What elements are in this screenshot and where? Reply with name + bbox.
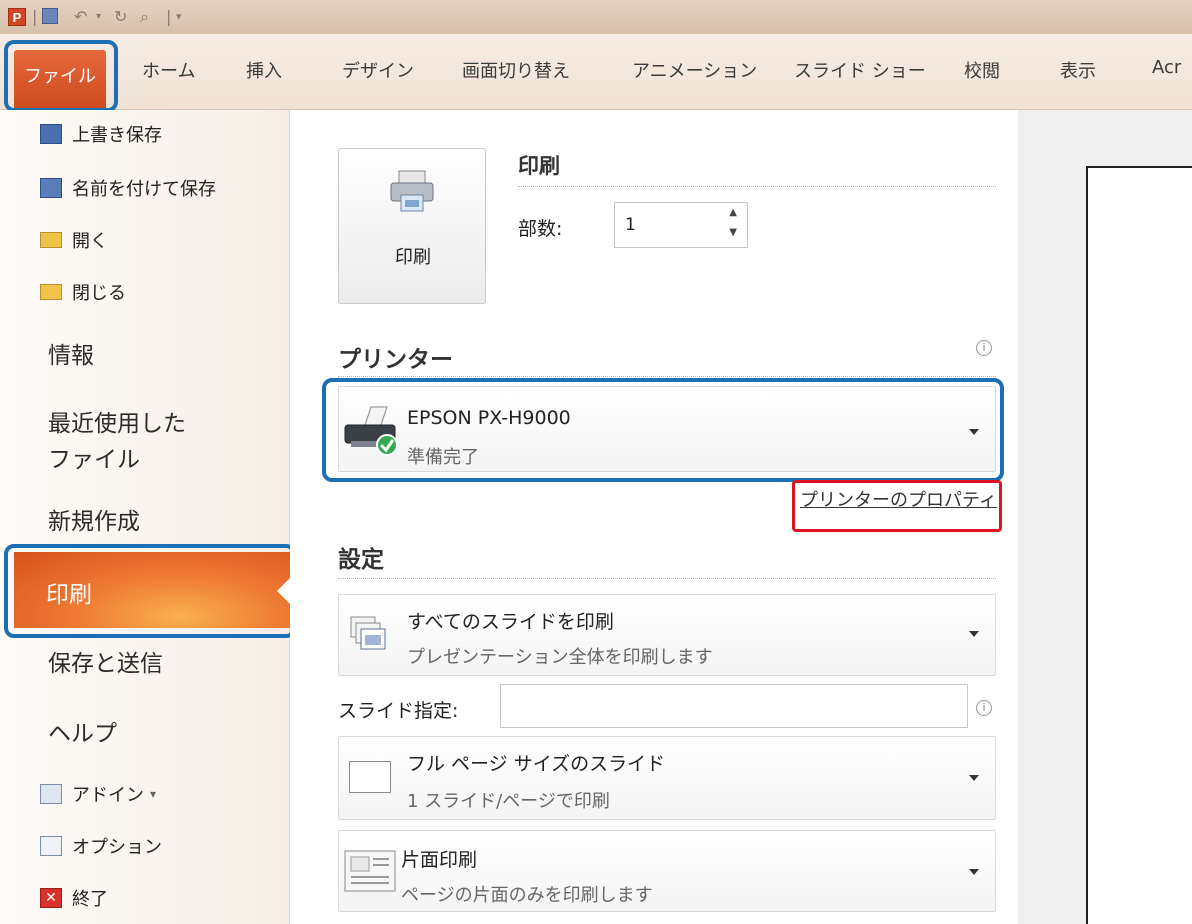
chevron-down-icon [969, 775, 979, 781]
stepper-down-icon[interactable]: ▼ [729, 227, 737, 238]
open-label: 開く [72, 231, 108, 252]
save-command[interactable]: 上書き保存 [40, 118, 162, 150]
customize-qat-icon[interactable]: ▾ [176, 8, 182, 26]
save-label: 上書き保存 [72, 125, 162, 146]
quick-access-toolbar: P | ↶ ▾ ↻ ⌕ | ▾ [0, 0, 1192, 34]
copies-value: 1 [625, 215, 636, 235]
info-icon[interactable]: i [976, 700, 992, 716]
powerpoint-logo-icon: P [8, 8, 26, 26]
ribbon-tab-bar: ファイル ホーム 挿入 デザイン 画面切り替え アニメーション スライド ショー… [0, 34, 1192, 122]
settings-heading: 設定 [338, 547, 384, 573]
undo-icon[interactable]: ↶ [74, 8, 87, 26]
save-as-label: 名前を付けて保存 [72, 179, 216, 200]
print-range-select[interactable]: すべてのスライドを印刷 プレゼンテーション全体を印刷します [338, 594, 996, 676]
nav-help[interactable]: ヘルプ [48, 716, 117, 752]
sides-desc: ページの片面のみを印刷します [401, 885, 653, 906]
tab-design[interactable]: デザイン [342, 57, 414, 83]
save-icon [40, 124, 62, 144]
save-as-icon [40, 178, 62, 198]
save-as-command[interactable]: 名前を付けて保存 [40, 172, 216, 204]
highlight-printer-select [322, 378, 1004, 482]
addin-label: アドイン [72, 785, 144, 806]
nav-info[interactable]: 情報 [48, 338, 94, 374]
preview-slide-page [1086, 166, 1192, 924]
nav-recent-line2[interactable]: ファイル [48, 442, 140, 478]
tab-review[interactable]: 校閲 [964, 57, 1000, 83]
open-command[interactable]: 開く [40, 224, 108, 256]
copies-label: 部数: [518, 218, 563, 240]
sides-select[interactable]: 片面印刷 ページの片面のみを印刷します [338, 830, 996, 912]
highlight-printer-properties [792, 480, 1002, 532]
tab-transitions[interactable]: 画面切り替え [462, 57, 570, 83]
tab-slideshow[interactable]: スライド ショー [794, 57, 926, 83]
close-label: 閉じる [72, 283, 126, 304]
folder-close-icon [40, 284, 62, 300]
options-command[interactable]: オプション [40, 830, 162, 862]
layout-desc: 1 スライド/ページで印刷 [407, 791, 610, 812]
separator: | [32, 7, 38, 26]
redo-icon[interactable]: ↻ [114, 8, 127, 26]
chevron-down-icon: ▾ [150, 787, 157, 801]
tab-animations[interactable]: アニメーション [632, 57, 757, 83]
layout-select[interactable]: フル ページ サイズのスライド 1 スライド/ページで印刷 [338, 736, 996, 820]
one-sided-print-icon [344, 850, 396, 892]
layout-title: フル ページ サイズのスライド [407, 753, 666, 775]
slides-stack-icon [350, 616, 386, 650]
tab-home[interactable]: ホーム [142, 57, 195, 83]
nav-save-send[interactable]: 保存と送信 [48, 646, 163, 682]
stepper-up-icon[interactable]: ▲ [729, 207, 737, 218]
tab-acrobat[interactable]: Acr [1152, 57, 1181, 78]
tab-insert[interactable]: 挿入 [246, 57, 282, 83]
print-preview-icon[interactable]: ⌕ [140, 8, 149, 26]
separator: | [166, 7, 172, 26]
highlight-nav-print [4, 544, 296, 638]
options-icon [40, 836, 62, 856]
slide-spec-label: スライド指定: [338, 700, 459, 722]
divider [338, 376, 996, 377]
addin-command[interactable]: アドイン ▾ [40, 778, 156, 810]
close-command[interactable]: 閉じる [40, 276, 126, 308]
exit-command[interactable]: ✕ 終了 [40, 882, 108, 914]
close-icon: ✕ [40, 888, 62, 908]
print-heading: 印刷 [518, 154, 560, 178]
highlight-file-tab [4, 40, 118, 112]
printer-heading: プリンター [338, 347, 453, 373]
print-range-title: すべてのスライドを印刷 [407, 611, 614, 633]
exit-label: 終了 [72, 889, 108, 910]
printer-icon [390, 170, 434, 212]
print-range-desc: プレゼンテーション全体を印刷します [407, 647, 713, 668]
print-button-label: 印刷 [395, 247, 431, 268]
nav-recent-line1[interactable]: 最近使用した [48, 406, 186, 442]
folder-open-icon [40, 232, 62, 248]
chevron-down-icon [969, 869, 979, 875]
chevron-down-icon [969, 631, 979, 637]
info-icon[interactable]: i [976, 340, 992, 356]
addin-icon [40, 784, 62, 804]
sides-title: 片面印刷 [401, 849, 478, 871]
options-label: オプション [72, 837, 162, 858]
slide-spec-input[interactable] [500, 684, 968, 728]
full-page-slide-icon [349, 761, 391, 793]
nav-new[interactable]: 新規作成 [48, 504, 140, 540]
divider [518, 186, 996, 187]
copies-stepper[interactable]: 1 ▲ ▼ [614, 202, 748, 248]
undo-dropdown-icon[interactable]: ▾ [96, 8, 101, 26]
print-button[interactable]: 印刷 [338, 148, 486, 304]
save-icon[interactable] [42, 8, 58, 24]
tab-view[interactable]: 表示 [1060, 57, 1096, 83]
divider [338, 578, 996, 579]
